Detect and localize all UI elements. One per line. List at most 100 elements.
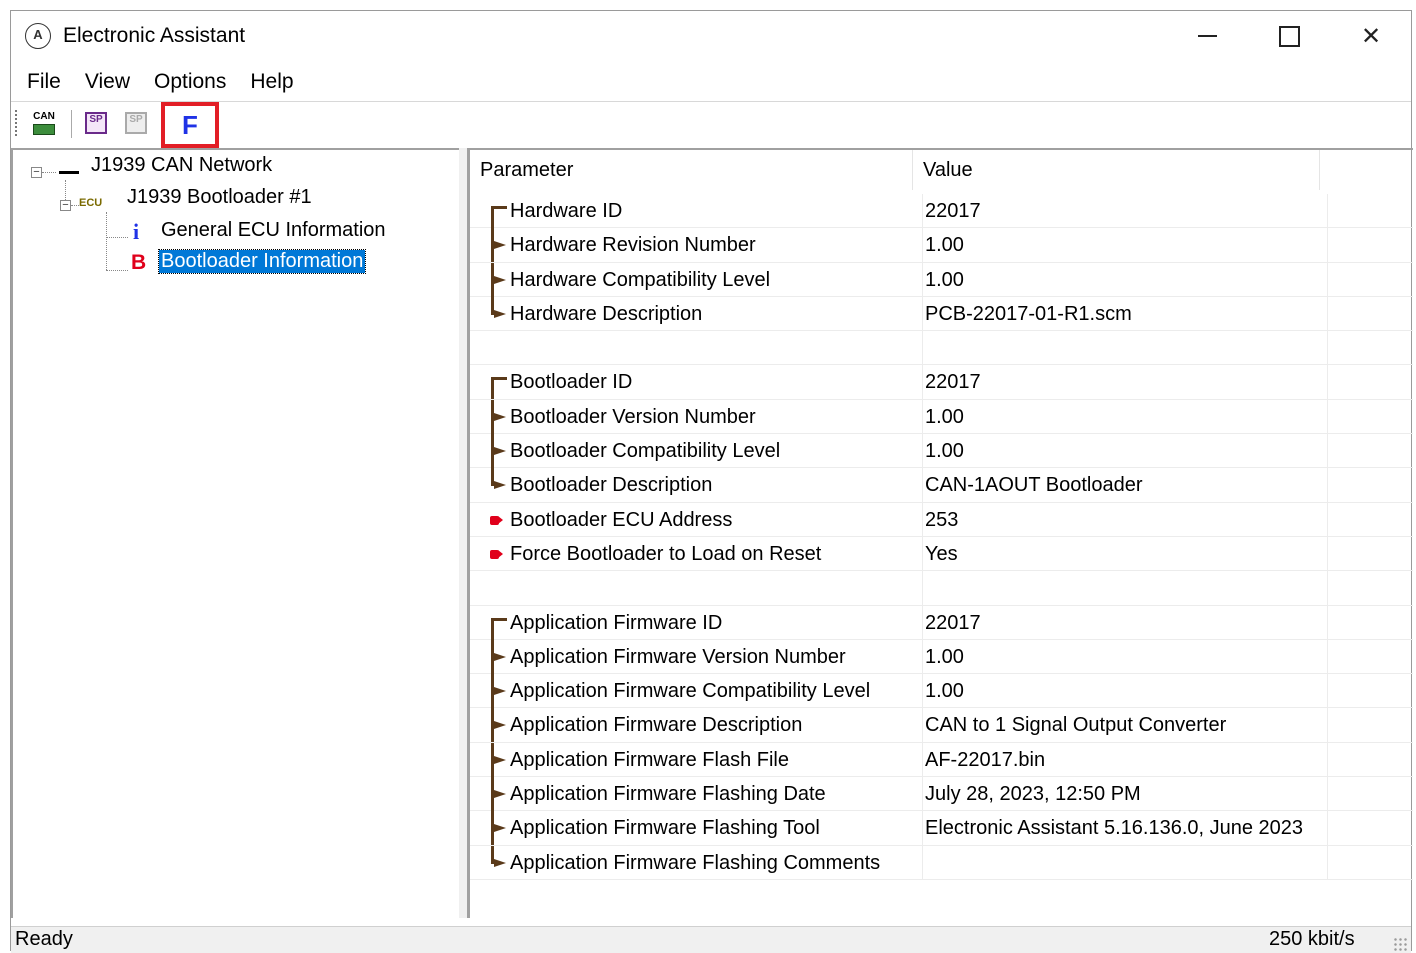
value-cell — [922, 331, 1327, 366]
parameter-cell: Application Firmware Flashing Date — [488, 777, 913, 812]
parameter-label: Application Firmware Flashing Date — [510, 783, 826, 806]
table-row[interactable]: Hardware Compatibility Level 1.00 — [470, 262, 1413, 297]
parameter-label: Application Firmware Flash File — [510, 748, 789, 771]
table-row[interactable]: Application Firmware Compatibility Level… — [470, 674, 1413, 709]
group-bracket-icon — [488, 845, 508, 880]
setpoint-file-icon: SP — [85, 112, 107, 134]
table-row[interactable]: Hardware ID 22017 — [470, 194, 1413, 229]
parameter-cell — [488, 571, 913, 605]
table-row[interactable] — [470, 331, 1413, 366]
maximize-button[interactable] — [1248, 11, 1330, 61]
parameter-label: Hardware ID — [510, 200, 623, 222]
close-icon: ✕ — [1360, 22, 1382, 50]
parameter-cell: Hardware Revision Number — [488, 228, 913, 263]
parameter-cell: Hardware ID — [488, 194, 913, 228]
parameter-label: Application Firmware Compatibility Level — [510, 680, 871, 703]
ecu-tree-view[interactable]: − J1939 CAN Network − ECU J1939 Bootload… — [11, 148, 459, 918]
flash-firmware-button[interactable]: F — [161, 102, 219, 148]
resize-grip[interactable] — [1393, 937, 1407, 951]
empty-column-cell — [1327, 331, 1413, 366]
group-bracket-icon — [488, 296, 508, 331]
empty-column-cell — [1327, 194, 1413, 228]
editable-marker-icon — [488, 537, 508, 571]
column-header-parameter[interactable]: Parameter — [470, 150, 913, 190]
table-row[interactable]: Force Bootloader to Load on Reset Yes — [470, 536, 1413, 572]
value-cell: 1.00 — [922, 399, 1327, 434]
toolbar-separator — [71, 110, 72, 138]
menu-file[interactable]: File — [15, 70, 73, 94]
parameter-label: Bootloader Compatibility Level — [510, 440, 781, 463]
parameter-cell: Bootloader ID — [488, 365, 913, 400]
menu-options[interactable]: Options — [142, 70, 238, 94]
tree-collapse-root-icon[interactable]: − — [31, 167, 42, 178]
table-row[interactable]: Bootloader Version Number 1.00 — [470, 399, 1413, 435]
empty-column-cell — [1327, 742, 1413, 777]
value-cell: AF-22017.bin — [922, 742, 1327, 777]
tree-node-bootloader-info[interactable]: Bootloader Information — [157, 249, 367, 274]
table-row[interactable]: Application Firmware Description CAN to 1… — [470, 708, 1413, 743]
table-row[interactable]: Bootloader ECU Address 253 — [470, 502, 1413, 537]
bitrate-indicator: 250 kbit/s — [1269, 928, 1355, 950]
can-connect-button[interactable]: CAN — [29, 108, 59, 138]
table-row[interactable]: Bootloader Compatibility Level 1.00 — [470, 434, 1413, 469]
table-row[interactable]: Application Firmware Version Number 1.00 — [470, 639, 1413, 675]
group-bracket-icon — [488, 194, 508, 228]
list-rows: Hardware ID 22017 Hardware Revision Number… — [470, 194, 1413, 880]
can-icon: CAN — [33, 110, 55, 122]
tree-connector — [42, 172, 56, 173]
tree-collapse-ecu-icon[interactable]: − — [60, 200, 71, 211]
setpoint-save-icon: SP — [125, 112, 147, 134]
info-icon: i — [133, 219, 140, 244]
value-cell: 22017 — [922, 605, 1327, 640]
parameter-list-view[interactable]: Parameter Value Hardware ID 22017 Hardware… — [467, 148, 1413, 918]
table-row[interactable] — [470, 571, 1413, 606]
app-window: A Electronic Assistant ✕ File View Optio… — [10, 10, 1413, 953]
value-cell[interactable]: Yes — [922, 536, 1327, 571]
parameter-cell: Hardware Compatibility Level — [488, 262, 913, 297]
save-setpoint-file-button[interactable]: SP — [121, 108, 151, 138]
parameter-cell: Hardware Description — [488, 296, 913, 331]
tree-node-bootloader-ecu[interactable]: J1939 Bootloader #1 — [127, 186, 312, 209]
table-row[interactable]: Application Firmware Flashing Tool Electr… — [470, 811, 1413, 846]
column-header-value[interactable]: Value — [913, 150, 1320, 190]
empty-column-cell — [1327, 434, 1413, 469]
close-button[interactable]: ✕ — [1330, 11, 1412, 61]
tree-connector — [71, 205, 79, 206]
table-row[interactable]: Application Firmware ID 22017 — [470, 605, 1413, 640]
parameter-label: Hardware Description — [510, 302, 703, 325]
status-bar: Ready 250 kbit/s — [11, 926, 1411, 953]
parameter-label: Application Firmware Description — [510, 714, 803, 737]
pane-splitter[interactable] — [459, 148, 467, 918]
table-row[interactable]: Hardware Revision Number 1.00 — [470, 228, 1413, 263]
value-cell: 1.00 — [922, 674, 1327, 709]
group-bracket-icon — [488, 606, 508, 640]
parameter-label: Application Firmware Flashing Tool — [510, 817, 820, 840]
value-cell[interactable]: 253 — [922, 502, 1327, 537]
tree-node-can-network[interactable]: J1939 CAN Network — [91, 154, 272, 177]
menu-view[interactable]: View — [73, 70, 142, 94]
table-row[interactable]: Application Firmware Flashing Comments — [470, 845, 1413, 880]
table-row[interactable]: Bootloader ID 22017 — [470, 365, 1413, 400]
parameter-label: Application Firmware ID — [510, 611, 723, 634]
empty-column-cell — [1327, 674, 1413, 709]
empty-column-cell — [1327, 399, 1413, 434]
minimize-button[interactable] — [1166, 11, 1248, 61]
empty-column-cell — [1327, 365, 1413, 400]
menu-help[interactable]: Help — [238, 70, 305, 94]
table-row[interactable]: Bootloader Description CAN-1AOUT Bootload… — [470, 468, 1413, 503]
value-cell: Electronic Assistant 5.16.136.0, June 20… — [922, 811, 1327, 846]
open-setpoint-file-button[interactable]: SP — [81, 108, 111, 138]
empty-column-cell — [1327, 639, 1413, 674]
parameter-label: Application Firmware Flashing Comments — [510, 851, 881, 874]
tree-connector — [106, 237, 128, 238]
toolbar-grip[interactable] — [15, 110, 17, 138]
parameter-cell: Bootloader Compatibility Level — [488, 434, 913, 469]
network-adapter-icon — [33, 123, 55, 135]
tree-node-general-ecu-info[interactable]: General ECU Information — [161, 219, 386, 242]
tree-connector — [106, 212, 107, 270]
table-row[interactable]: Hardware Description PCB-22017-01-R1.scm — [470, 296, 1413, 332]
table-row[interactable]: Application Firmware Flash File AF-22017.… — [470, 742, 1413, 778]
editable-marker-icon — [488, 503, 508, 537]
parameter-cell: Application Firmware Flashing Comments — [488, 845, 913, 880]
table-row[interactable]: Application Firmware Flashing Date July 2… — [470, 777, 1413, 812]
